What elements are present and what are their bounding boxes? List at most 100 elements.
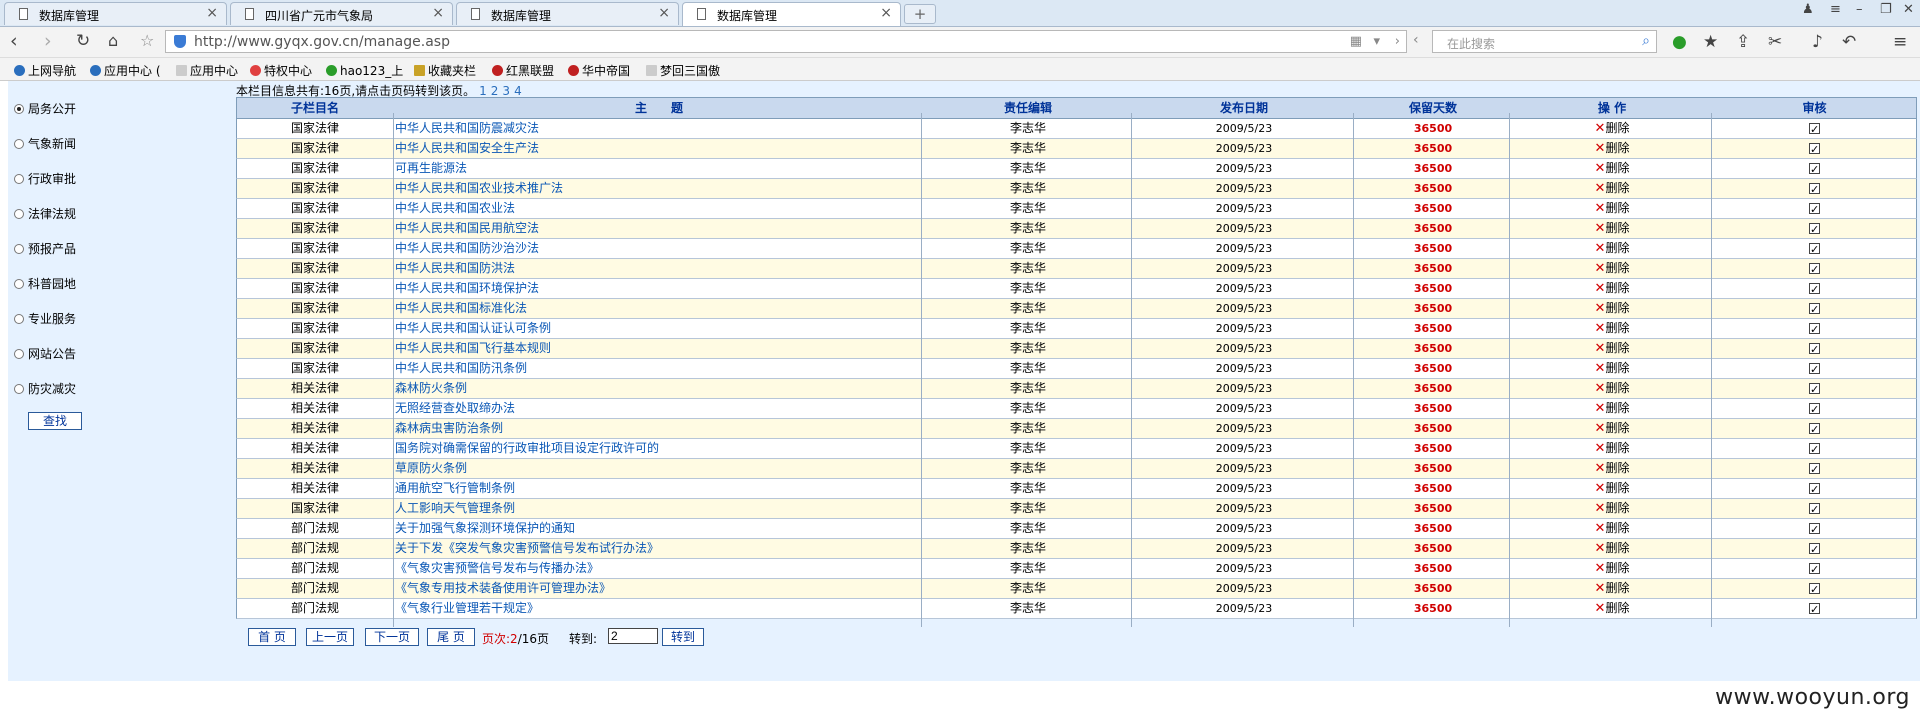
delete-action[interactable]: ✕删除 (1511, 139, 1713, 158)
page-link-4[interactable]: 4 (514, 84, 522, 98)
radio-icon[interactable] (14, 139, 24, 149)
forward-icon[interactable]: › (44, 30, 52, 52)
sidebar-item[interactable]: 预报产品 (14, 240, 76, 258)
radio-icon[interactable] (14, 349, 24, 359)
chat-icon[interactable]: ● (1672, 32, 1687, 52)
review-checkbox[interactable] (1809, 160, 1820, 178)
sidebar-item[interactable]: 网站公告 (14, 345, 76, 363)
refresh-icon[interactable]: ↻ (76, 31, 90, 51)
chevron-left-icon[interactable]: ‹ (1413, 32, 1419, 48)
undo-icon[interactable]: ↶ (1842, 32, 1856, 52)
cell-title-link[interactable]: 中华人民共和国防汛条例 (395, 359, 919, 378)
radio-icon[interactable] (14, 314, 24, 324)
sidebar-item[interactable]: 局务公开 (14, 100, 76, 118)
cell-title-link[interactable]: 通用航空飞行管制条例 (395, 479, 919, 498)
back-icon[interactable]: ‹ (10, 30, 18, 52)
cell-title-link[interactable]: 关于下发《突发气象灾害预警信号发布试行办法》 (395, 539, 919, 558)
scissors-icon[interactable]: ✂ (1768, 32, 1782, 52)
address-bar[interactable]: http://www.gyqx.gov.cn/manage.asp ▦ ▾ › (165, 30, 1407, 53)
prev-page-button[interactable]: 上一页 (306, 628, 354, 646)
review-checkbox[interactable] (1809, 240, 1820, 258)
goto-button[interactable]: 转到 (662, 628, 704, 646)
page-link-3[interactable]: 3 (502, 84, 510, 98)
delete-action[interactable]: ✕删除 (1511, 499, 1713, 518)
sidebar-item[interactable]: 防灾减灾 (14, 380, 76, 398)
review-checkbox[interactable] (1809, 400, 1820, 418)
cell-title-link[interactable]: 中华人民共和国防洪法 (395, 259, 919, 278)
sidebar-item[interactable]: 法律法规 (14, 205, 76, 223)
cell-title-link[interactable]: 中华人民共和国防震减灾法 (395, 119, 919, 138)
review-checkbox[interactable] (1809, 360, 1820, 378)
volume-icon[interactable]: ♪ (1812, 32, 1823, 52)
review-checkbox[interactable] (1809, 180, 1820, 198)
cell-title-link[interactable]: 中华人民共和国安全生产法 (395, 139, 919, 158)
delete-action[interactable]: ✕删除 (1511, 159, 1713, 178)
delete-action[interactable]: ✕删除 (1511, 579, 1713, 598)
restore-icon[interactable]: ❐ (1880, 2, 1892, 17)
radio-icon[interactable] (14, 384, 24, 394)
bookmark-item[interactable]: 华中帝国 (568, 62, 630, 79)
next-page-button[interactable]: 下一页 (365, 628, 419, 646)
sidebar-item[interactable]: 科普园地 (14, 275, 76, 293)
delete-action[interactable]: ✕删除 (1511, 599, 1713, 618)
cell-title-link[interactable]: 《气象灾害预警信号发布与传播办法》 (395, 559, 919, 578)
review-checkbox[interactable] (1809, 140, 1820, 158)
close-icon[interactable]: × (880, 5, 892, 21)
cell-title-link[interactable]: 可再生能源法 (395, 159, 919, 178)
new-tab-button[interactable]: + (904, 4, 936, 24)
delete-action[interactable]: ✕删除 (1511, 379, 1713, 398)
browser-tab-3[interactable]: 数据库管理 × (456, 2, 679, 25)
review-checkbox[interactable] (1809, 460, 1820, 478)
bookmark-item[interactable]: 收藏夹栏 (414, 62, 476, 79)
cell-title-link[interactable]: 人工影响天气管理条例 (395, 499, 919, 518)
delete-action[interactable]: ✕删除 (1511, 259, 1713, 278)
close-window-icon[interactable]: ✕ (1903, 2, 1914, 17)
cell-title-link[interactable]: 中华人民共和国飞行基本规则 (395, 339, 919, 358)
cell-title-link[interactable]: 《气象行业管理若干规定》 (395, 599, 919, 618)
browser-tab-1[interactable]: 数据库管理 × (4, 2, 227, 25)
delete-action[interactable]: ✕删除 (1511, 539, 1713, 558)
page-number-input[interactable] (608, 628, 658, 644)
delete-action[interactable]: ✕删除 (1511, 319, 1713, 338)
cell-title-link[interactable]: 草原防火条例 (395, 459, 919, 478)
first-page-button[interactable]: 首 页 (248, 628, 296, 646)
favorites-star-icon[interactable]: ★ (1703, 32, 1718, 52)
radio-icon[interactable] (14, 209, 24, 219)
last-page-button[interactable]: 尾 页 (427, 628, 475, 646)
cell-title-link[interactable]: 中华人民共和国标准化法 (395, 299, 919, 318)
menu-icon[interactable]: ≡ (1830, 2, 1841, 17)
search-icon[interactable]: ⌕ (1642, 33, 1650, 49)
star-icon[interactable]: ☆ (140, 31, 154, 50)
delete-action[interactable]: ✕删除 (1511, 339, 1713, 358)
delete-action[interactable]: ✕删除 (1511, 199, 1713, 218)
review-checkbox[interactable] (1809, 560, 1820, 578)
search-box[interactable]: 在此搜索 ⌕ (1432, 30, 1657, 53)
bookmark-item[interactable]: 应用中心 (176, 62, 238, 79)
bookmark-item[interactable]: 特权中心 (250, 62, 312, 79)
delete-action[interactable]: ✕删除 (1511, 519, 1713, 538)
delete-action[interactable]: ✕删除 (1511, 459, 1713, 478)
cell-title-link[interactable]: 中华人民共和国认证认可条例 (395, 319, 919, 338)
sidebar-item[interactable]: 行政审批 (14, 170, 76, 188)
qr-icon[interactable]: ▦ (1350, 34, 1362, 49)
review-checkbox[interactable] (1809, 280, 1820, 298)
review-checkbox[interactable] (1809, 500, 1820, 518)
bookmark-item[interactable]: 红黑联盟 (492, 62, 554, 79)
page-link-2[interactable]: 2 (491, 84, 499, 98)
sidebar-item[interactable]: 气象新闻 (14, 135, 76, 153)
review-checkbox[interactable] (1809, 420, 1820, 438)
review-checkbox[interactable] (1809, 520, 1820, 538)
close-icon[interactable]: × (658, 5, 670, 21)
browser-tab-4[interactable]: 数据库管理 × (682, 2, 901, 26)
delete-action[interactable]: ✕删除 (1511, 179, 1713, 198)
cell-title-link[interactable]: 《气象专用技术装备使用许可管理办法》 (395, 579, 919, 598)
review-checkbox[interactable] (1809, 540, 1820, 558)
delete-action[interactable]: ✕删除 (1511, 399, 1713, 418)
bookmark-item[interactable]: 上网导航 (14, 62, 76, 79)
cell-title-link[interactable]: 国务院对确需保留的行政审批项目设定行政许可的 (395, 439, 919, 458)
radio-icon[interactable] (14, 244, 24, 254)
radio-icon[interactable] (14, 174, 24, 184)
review-checkbox[interactable] (1809, 320, 1820, 338)
review-checkbox[interactable] (1809, 220, 1820, 238)
cell-title-link[interactable]: 中华人民共和国环境保护法 (395, 279, 919, 298)
